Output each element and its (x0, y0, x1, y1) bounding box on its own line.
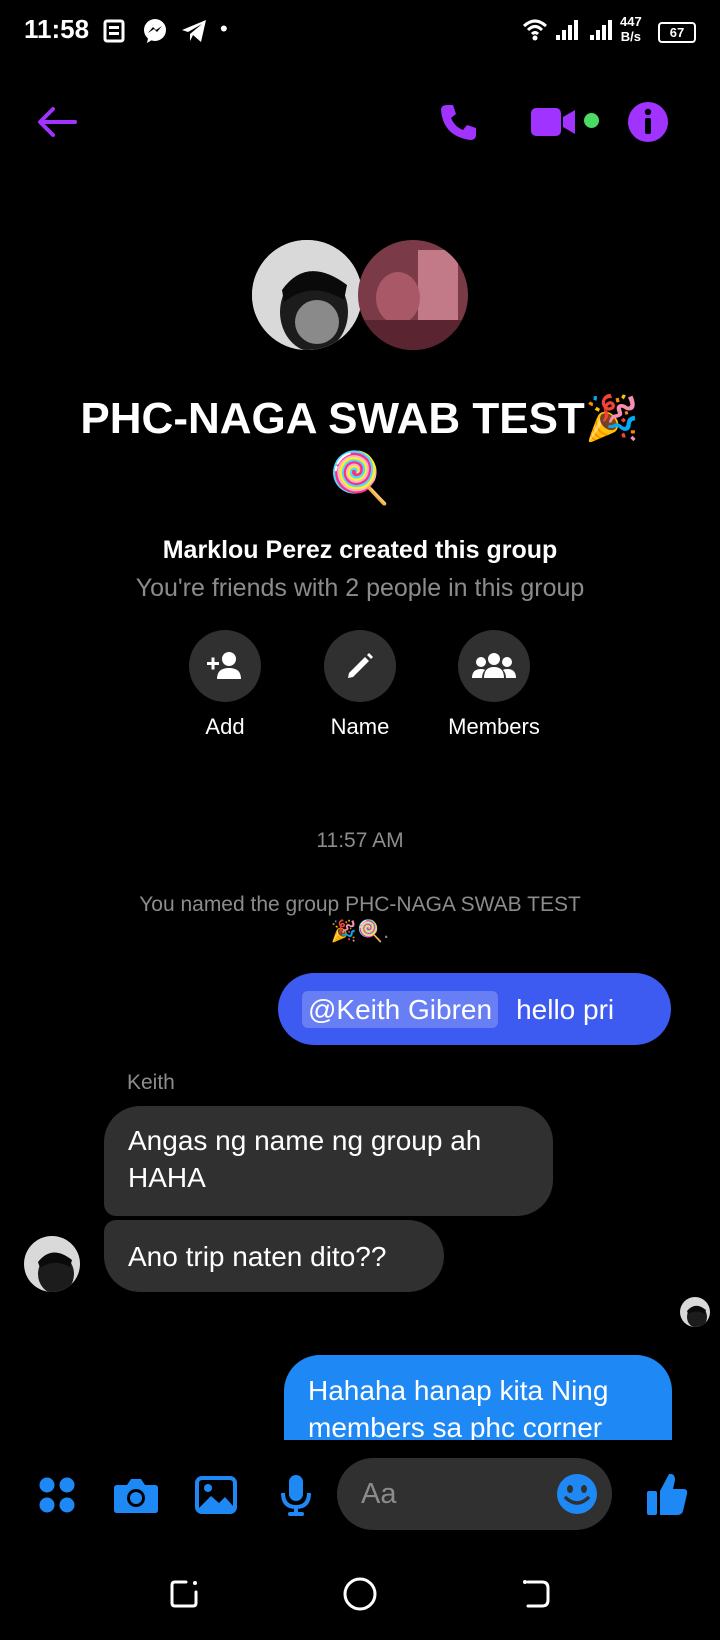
group-title-emoji: 🍭 (328, 450, 392, 506)
nav-recents-icon (170, 1580, 198, 1608)
battery-indicator: 67 (658, 22, 696, 43)
smiley-icon (557, 1474, 597, 1514)
system-message-emoji: 🎉🍭. (330, 920, 390, 943)
messenger-icon (142, 18, 168, 49)
nav-back-icon (523, 1580, 550, 1608)
incoming-message[interactable]: Ano trip naten dito?? (104, 1220, 444, 1292)
message-text-line: Hahaha hanap kita Ning (308, 1375, 609, 1406)
group-icon (472, 653, 516, 678)
incoming-message[interactable]: Angas ng name ng group ah HAHA (104, 1106, 553, 1216)
emoji-button[interactable] (553, 1470, 601, 1518)
group-title: PHC-NAGA SWAB TEST🎉 (80, 394, 640, 443)
rename-label: Name (330, 714, 390, 739)
network-speed-value: 447 (620, 14, 642, 29)
apps-grid-icon (39, 1477, 75, 1513)
voice-record-button[interactable] (272, 1470, 320, 1520)
gallery-button[interactable] (190, 1470, 242, 1520)
nav-home-icon (343, 1577, 377, 1611)
add-member-action[interactable]: Add (155, 630, 295, 740)
pencil-icon (348, 653, 373, 678)
group-friends-info: You're friends with 2 people in this gro… (135, 574, 585, 602)
signal-icon-1 (554, 18, 580, 47)
members-label: Members (448, 714, 540, 739)
nav-recents-button[interactable] (160, 1570, 208, 1618)
rename-button[interactable] (324, 630, 396, 702)
nav-back-button[interactable] (512, 1570, 560, 1618)
signal-icon-2 (588, 18, 614, 47)
video-camera-icon (531, 108, 575, 136)
outgoing-message[interactable]: Hahaha hanap kita Ning members sa phc co… (284, 1355, 672, 1440)
telegram-icon (180, 18, 208, 49)
notification-dot: • (220, 16, 228, 41)
info-button[interactable] (622, 96, 674, 148)
nav-home-button[interactable] (336, 1570, 384, 1618)
message-text-line: Angas ng name ng group ah (128, 1125, 482, 1156)
message-text: Ano trip naten dito?? (128, 1240, 387, 1272)
voice-call-button[interactable] (432, 96, 484, 148)
message-input[interactable]: Aa (337, 1458, 612, 1530)
conversation-timestamp: 11:57 AM (316, 829, 404, 852)
sender-avatar[interactable] (24, 1236, 80, 1292)
back-button[interactable] (30, 96, 82, 148)
arrow-left-icon (38, 107, 77, 137)
rename-action[interactable]: Name (290, 630, 430, 740)
camera-button[interactable] (110, 1470, 162, 1520)
system-message: You named the group PHC-NAGA SWAB TEST (139, 893, 581, 916)
outgoing-message[interactable]: @Keith Gibren hello pri (278, 973, 671, 1045)
microphone-icon (281, 1475, 311, 1516)
network-speed-unit: B/s (620, 29, 641, 44)
video-call-button[interactable] (526, 96, 580, 148)
wifi-icon (522, 18, 548, 47)
message-input-placeholder: Aa (361, 1478, 397, 1510)
info-icon (628, 102, 668, 142)
member-avatar-2 (358, 240, 468, 350)
member-avatar-1 (252, 240, 362, 350)
read-receipt-avatar (680, 1297, 710, 1327)
news-icon (102, 18, 128, 49)
online-indicator (584, 113, 599, 128)
status-time: 11:58 (24, 14, 90, 44)
add-member-button[interactable] (189, 630, 261, 702)
members-action[interactable]: Members (424, 630, 564, 740)
message-text-line: members sa phc corner (308, 1412, 603, 1440)
mention-tag[interactable]: @Keith Gibren (302, 990, 499, 1028)
sender-name: Keith (127, 1071, 175, 1094)
image-icon (195, 1476, 237, 1514)
message-text: hello pri (516, 993, 615, 1025)
group-created-by: Marklou Perez created this group (162, 536, 558, 564)
message-text-line: HAHA (128, 1162, 206, 1193)
apps-menu-button[interactable] (32, 1470, 82, 1520)
add-member-label: Add (205, 714, 245, 739)
members-button[interactable] (458, 630, 530, 702)
message-list-clip: Hahaha hanap kita Ning members sa phc co… (0, 1330, 720, 1440)
camera-icon (114, 1479, 158, 1513)
thumbs-up-icon (647, 1473, 688, 1515)
network-speed: 447 B/s (620, 14, 642, 44)
add-person-icon (207, 652, 241, 679)
like-button[interactable] (640, 1466, 694, 1522)
phone-icon (441, 105, 476, 140)
